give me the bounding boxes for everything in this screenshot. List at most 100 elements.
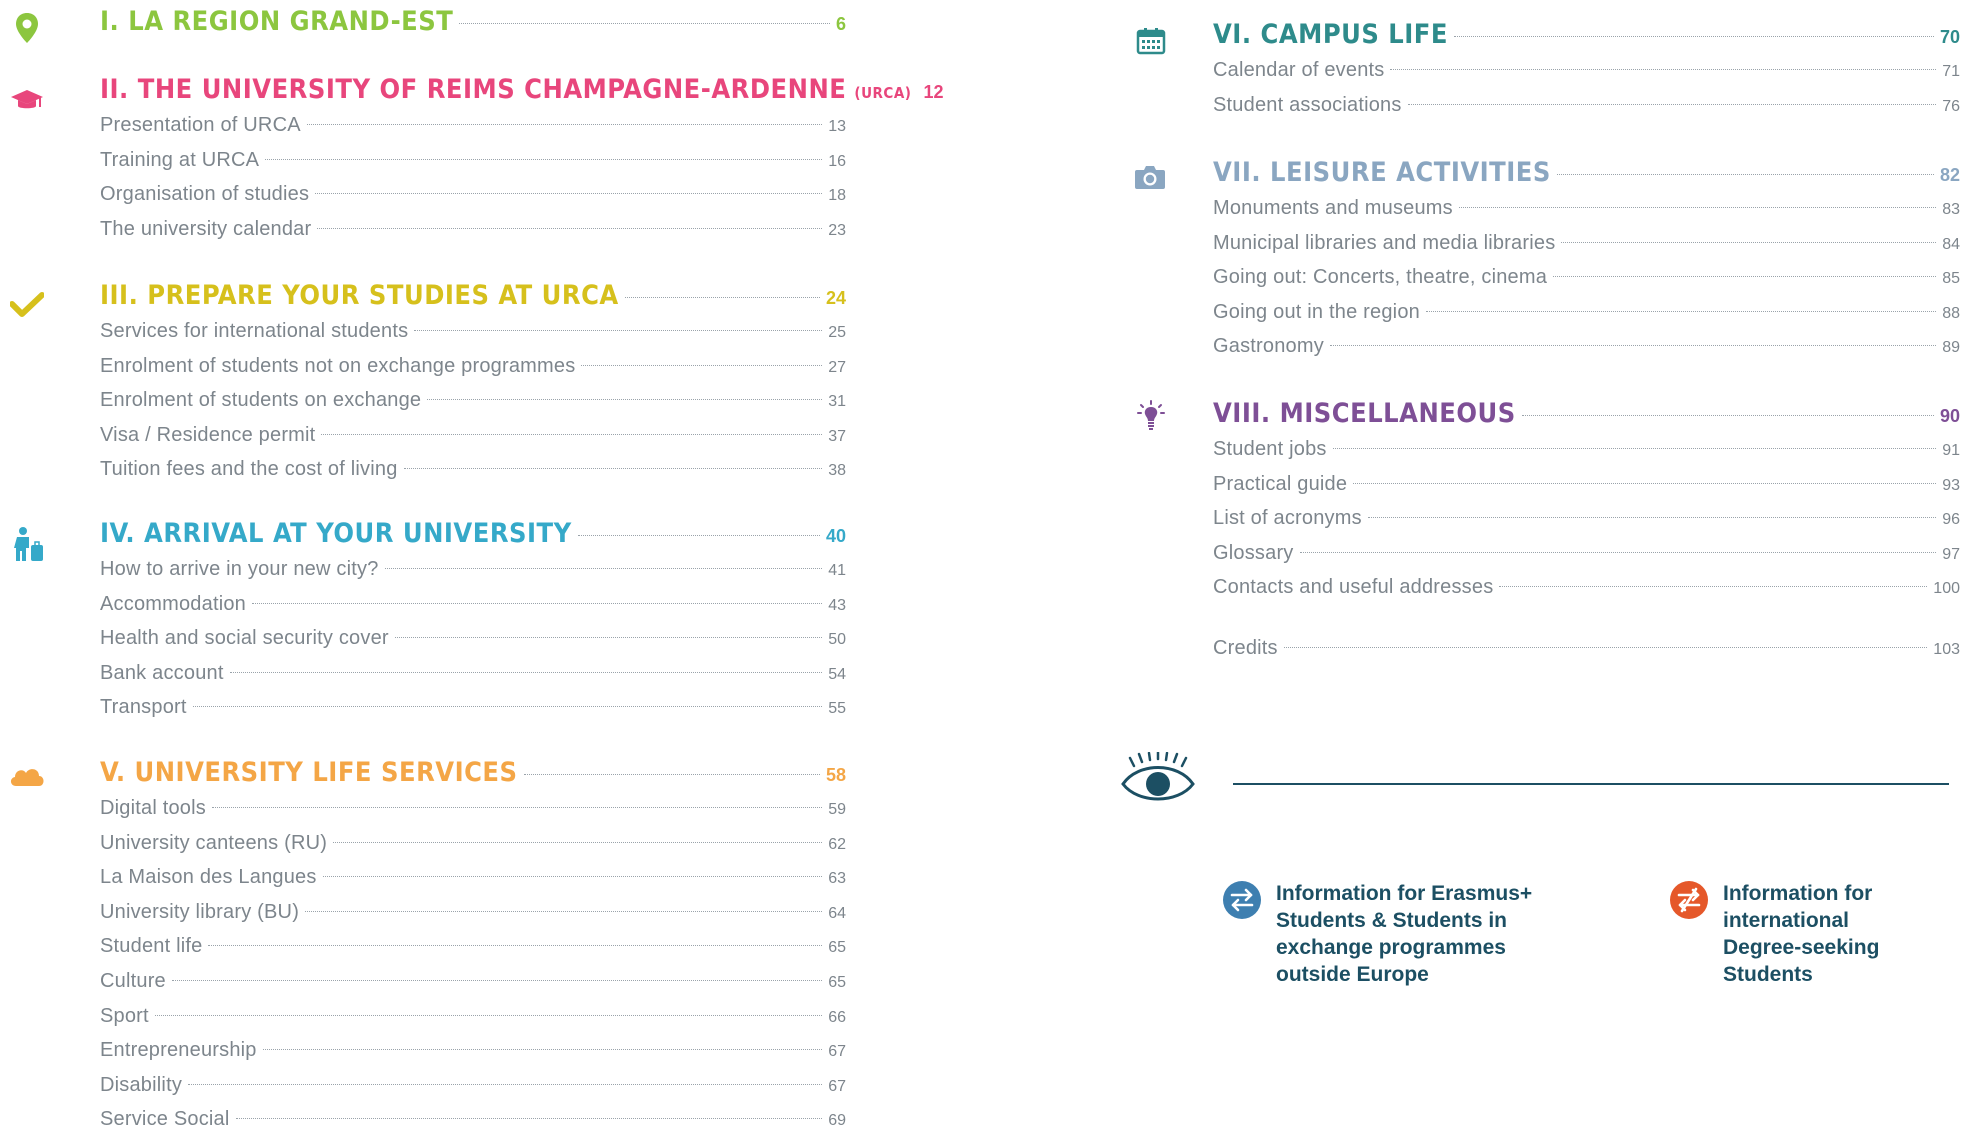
leader-dots <box>1499 586 1928 588</box>
toc-entry[interactable]: Glossary 97 <box>1213 542 1960 577</box>
entry-label: Tuition fees and the cost of living <box>100 458 398 481</box>
leader-dots <box>1283 647 1928 648</box>
legend-degree-text: Information for international Degree-see… <box>1723 880 1879 988</box>
leader-dots <box>1561 241 1937 243</box>
section-page-number: 58 <box>825 765 846 785</box>
toc-entry[interactable]: Contacts and useful addresses 100 <box>1213 576 1960 611</box>
toc-entry[interactable]: Accommodation 43 <box>100 593 846 628</box>
leader-dots <box>1329 345 1937 347</box>
map-pin-icon <box>16 13 38 43</box>
entry-label: Services for international students <box>100 320 409 342</box>
entry-label: La Maison des Langues <box>100 866 317 889</box>
toc-entry[interactable]: Training at URCA 16 <box>100 149 846 184</box>
toc-entry[interactable]: Student life 65 <box>100 935 846 970</box>
toc-entry[interactable]: Presentation of URCA 13 <box>100 114 846 149</box>
leader-dots <box>333 841 823 843</box>
leader-dots <box>581 364 823 366</box>
toc-entry[interactable]: Going out in the region 88 <box>1213 301 1960 336</box>
leader-dots <box>1367 517 1937 519</box>
leader-dots <box>577 535 820 536</box>
entry-page: 91 <box>1942 442 1960 459</box>
section-title: III. PREPARE YOUR STUDIES AT URCA <box>100 280 619 311</box>
toc-section-7: VII. LEISURE ACTIVITIES 82 Monuments and… <box>1213 157 1960 370</box>
entry-page: 25 <box>828 324 846 341</box>
leader-dots <box>305 910 823 912</box>
section-heading[interactable]: V. UNIVERSITY LIFE SERVICES 58 <box>100 757 846 797</box>
section-heading[interactable]: IV. ARRIVAL AT YOUR UNIVERSITY 40 <box>100 518 846 558</box>
section-heading[interactable]: II. THE UNIVERSITY OF REIMS CHAMPAGNE-AR… <box>100 74 943 114</box>
section-heading[interactable]: VII. LEISURE ACTIVITIES 82 <box>1213 157 1960 197</box>
entry-page: 67 <box>828 1077 846 1095</box>
toc-entry[interactable]: Culture 65 <box>100 970 846 1005</box>
entry-page: 65 <box>828 973 846 991</box>
section-heading[interactable]: III. PREPARE YOUR STUDIES AT URCA 24 <box>100 280 846 320</box>
toc-entry[interactable]: Disability 67 <box>100 1074 846 1109</box>
entry-label: Credits <box>1213 637 1278 659</box>
entry-page: 64 <box>828 904 846 922</box>
leader-dots <box>1407 103 1937 105</box>
section-heading[interactable]: VI. CAMPUS LIFE 70 <box>1213 19 1960 59</box>
toc-entry[interactable]: Organisation of studies 18 <box>100 183 846 218</box>
lightbulb-icon <box>1137 400 1165 430</box>
entry-page: 88 <box>1942 304 1960 322</box>
section-heading[interactable]: I. LA REGION GRAND-EST 6 <box>100 6 846 46</box>
toc-entry[interactable]: Monuments and museums 83 <box>1213 197 1960 232</box>
toc-entry[interactable]: Service Social 69 <box>100 1108 846 1143</box>
entry-page: 103 <box>1933 641 1960 658</box>
entry-label: University canteens (RU) <box>100 831 328 854</box>
toc-entry[interactable]: Enrolment of students not on exchange pr… <box>100 355 846 390</box>
entry-page: 96 <box>1942 511 1960 529</box>
entry-page: 66 <box>828 1008 846 1026</box>
toc-entry[interactable]: Services for international students 25 <box>100 320 846 355</box>
toc-entry[interactable]: La Maison des Langues 63 <box>100 866 846 901</box>
legend-line: Students & Students in <box>1276 909 1507 932</box>
leader-dots <box>321 433 823 435</box>
entry-label: How to arrive in your new city? <box>100 558 379 580</box>
toc-entry[interactable]: Enrolment of students on exchange 31 <box>100 389 846 424</box>
toc-entry[interactable]: Visa / Residence permit 37 <box>100 424 846 459</box>
toc-entry[interactable]: Digital tools 59 <box>100 797 846 832</box>
toc-entry[interactable]: Calendar of events 71 <box>1213 59 1960 94</box>
toc-right-column: VI. CAMPUS LIFE 70 Calendar of events 71 … <box>1100 0 1962 1136</box>
toc-entry[interactable]: The university calendar 23 <box>100 218 846 253</box>
entry-page: 63 <box>828 870 846 888</box>
entry-page: 85 <box>1942 270 1960 288</box>
section-title: II. THE UNIVERSITY OF REIMS CHAMPAGNE-AR… <box>100 74 911 105</box>
toc-entry[interactable]: University library (BU) 64 <box>100 901 846 936</box>
legend-line: exchange programmes <box>1276 936 1506 959</box>
toc-entry[interactable]: Going out: Concerts, theatre, cinema 85 <box>1213 266 1960 301</box>
toc-entry[interactable]: How to arrive in your new city? 41 <box>100 558 846 593</box>
entry-label: Bank account <box>100 661 224 684</box>
leader-dots <box>1556 174 1934 175</box>
section-title: V. UNIVERSITY LIFE SERVICES <box>100 757 518 788</box>
toc-entry[interactable]: Bank account 54 <box>100 662 846 697</box>
toc-entry[interactable]: Credits 103 <box>1213 637 1960 672</box>
leader-dots <box>192 706 823 708</box>
leader-dots <box>1425 310 1937 312</box>
toc-entry[interactable]: Transport 55 <box>100 696 846 731</box>
entry-label: University library (BU) <box>100 900 300 923</box>
entry-label: Sport <box>100 1004 149 1027</box>
entry-label: Calendar of events <box>1213 59 1385 81</box>
entry-page: 55 <box>828 700 846 718</box>
leader-dots <box>262 1049 823 1051</box>
section-title: IV. ARRIVAL AT YOUR UNIVERSITY <box>100 518 572 549</box>
toc-entry[interactable]: List of acronyms 96 <box>1213 507 1960 542</box>
toc-entry[interactable]: Health and social security cover 50 <box>100 627 846 662</box>
toc-entry[interactable]: Tuition fees and the cost of living 38 <box>100 458 846 493</box>
toc-entry[interactable]: Practical guide 93 <box>1213 473 1960 508</box>
graduation-cap-icon <box>11 90 43 109</box>
section-heading[interactable]: VIII. MISCELLANEOUS 90 <box>1213 398 1960 438</box>
toc-entry[interactable]: Student associations 76 <box>1213 94 1960 129</box>
toc-entry[interactable]: University canteens (RU) 62 <box>100 832 846 867</box>
entry-label: Training at URCA <box>100 148 260 171</box>
toc-entry[interactable]: Municipal libraries and media libraries 8… <box>1213 232 1960 267</box>
toc-entry[interactable]: Entrepreneurship 67 <box>100 1039 846 1074</box>
entry-page: 23 <box>828 221 846 239</box>
toc-entry[interactable]: Student jobs 91 <box>1213 438 1960 473</box>
toc-entry[interactable]: Gastronomy 89 <box>1213 335 1960 370</box>
leader-dots <box>306 124 823 125</box>
toc-entry[interactable]: Sport 66 <box>100 1005 846 1040</box>
entry-page: 31 <box>828 393 846 411</box>
eye-divider-line <box>1233 783 1949 785</box>
